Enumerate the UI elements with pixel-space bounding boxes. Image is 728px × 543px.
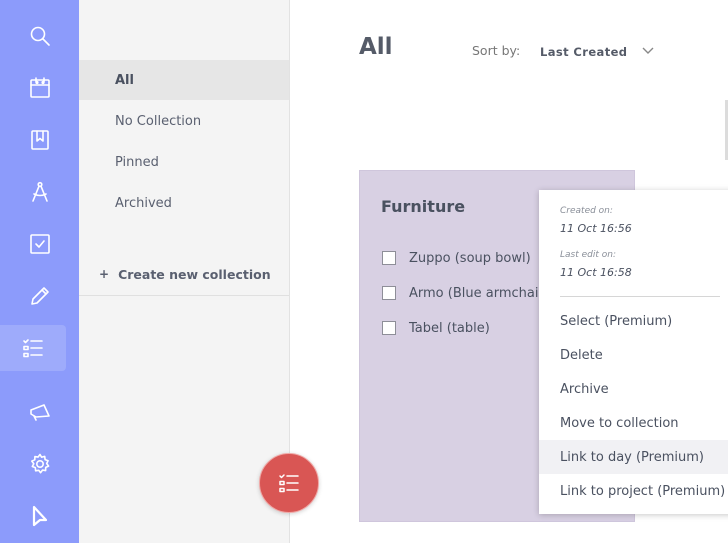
menu-item-label: Link to project (Premium) bbox=[560, 483, 726, 499]
menu-item-label: Delete bbox=[560, 347, 603, 363]
collection-item-label: Pinned bbox=[115, 154, 159, 170]
collection-item-archived[interactable]: Archived bbox=[79, 183, 289, 223]
collection-item-all[interactable]: All bbox=[79, 60, 289, 100]
create-collection-label: Create new collection bbox=[118, 266, 271, 282]
list-item: Armo (Blue armchair bbox=[382, 284, 544, 302]
menu-divider bbox=[560, 296, 720, 297]
rail-logo[interactable] bbox=[0, 493, 79, 539]
collections-panel: All No Collection Pinned Archived + Crea… bbox=[79, 0, 290, 543]
edited-value: 11 Oct 16:58 bbox=[560, 266, 632, 279]
menu-item-label: Move to collection bbox=[560, 415, 679, 431]
icon-rail bbox=[0, 0, 79, 543]
menu-item-label: Select (Premium) bbox=[560, 313, 673, 329]
sort-value: Last Created bbox=[540, 45, 628, 59]
plus-icon: + bbox=[99, 267, 110, 281]
sort-label: Sort by: bbox=[472, 43, 521, 58]
collection-item-label: Archived bbox=[115, 195, 172, 211]
rail-calendar[interactable] bbox=[0, 65, 79, 111]
list-item: Zuppo (soup bowl) bbox=[382, 249, 531, 267]
checklist-icon bbox=[23, 339, 43, 358]
rail-lists[interactable] bbox=[0, 325, 66, 371]
rail-announcements[interactable] bbox=[0, 389, 79, 435]
megaphone-icon bbox=[29, 404, 50, 421]
collection-item-label: No Collection bbox=[115, 113, 202, 129]
compass-icon bbox=[31, 181, 48, 202]
chevron-down-icon bbox=[642, 47, 654, 54]
list-item: Tabel (table) bbox=[382, 319, 490, 337]
list-item-label: Zuppo (soup bowl) bbox=[409, 250, 531, 266]
menu-item-delete[interactable]: Delete bbox=[539, 338, 728, 372]
created-value: 11 Oct 16:56 bbox=[560, 222, 632, 235]
checklist-icon bbox=[279, 474, 299, 493]
new-list-fab[interactable] bbox=[259, 453, 319, 513]
bookmark-icon bbox=[30, 130, 49, 150]
rail-bookmarks[interactable] bbox=[0, 117, 79, 163]
menu-item-move-to-collection[interactable]: Move to collection bbox=[539, 406, 728, 440]
rail-notes[interactable] bbox=[0, 273, 79, 319]
context-menu: Created on: 11 Oct 16:56 Last edit on: 1… bbox=[539, 190, 728, 514]
menu-item-link-to-project[interactable]: Link to project (Premium) bbox=[539, 474, 728, 508]
rail-compass[interactable] bbox=[0, 169, 79, 215]
panel-divider bbox=[79, 295, 289, 296]
card-title: Furniture bbox=[381, 197, 466, 216]
list-item-label: Tabel (table) bbox=[409, 320, 490, 336]
rail-search[interactable] bbox=[0, 13, 79, 59]
logo-icon bbox=[32, 505, 47, 527]
menu-item-select[interactable]: Select (Premium) bbox=[539, 304, 728, 338]
item-checkbox[interactable] bbox=[382, 286, 396, 300]
item-checkbox[interactable] bbox=[382, 251, 396, 265]
rail-settings[interactable] bbox=[0, 441, 79, 487]
page-title: All bbox=[359, 34, 393, 60]
list-item-label: Armo (Blue armchair bbox=[409, 285, 544, 301]
pencil-icon bbox=[30, 287, 49, 305]
rail-tasks[interactable] bbox=[0, 221, 79, 267]
item-checkbox[interactable] bbox=[382, 321, 396, 335]
checkbox-icon bbox=[29, 234, 50, 254]
collection-item-no-collection[interactable]: No Collection bbox=[79, 101, 289, 141]
menu-item-label: Archive bbox=[560, 381, 609, 397]
create-collection-button[interactable]: + Create new collection bbox=[99, 264, 271, 284]
sort-dropdown[interactable]: Last Created bbox=[540, 42, 660, 62]
gear-icon bbox=[30, 453, 49, 474]
collection-item-pinned[interactable]: Pinned bbox=[79, 142, 289, 182]
menu-item-label: Link to day (Premium) bbox=[560, 449, 704, 465]
collection-item-label: All bbox=[115, 72, 134, 88]
created-label: Created on: bbox=[560, 206, 613, 216]
menu-item-link-to-day[interactable]: Link to day (Premium) bbox=[539, 440, 728, 474]
menu-item-archive[interactable]: Archive bbox=[539, 372, 728, 406]
edited-label: Last edit on: bbox=[560, 250, 616, 260]
calendar-icon bbox=[29, 77, 50, 98]
search-icon bbox=[30, 26, 50, 46]
